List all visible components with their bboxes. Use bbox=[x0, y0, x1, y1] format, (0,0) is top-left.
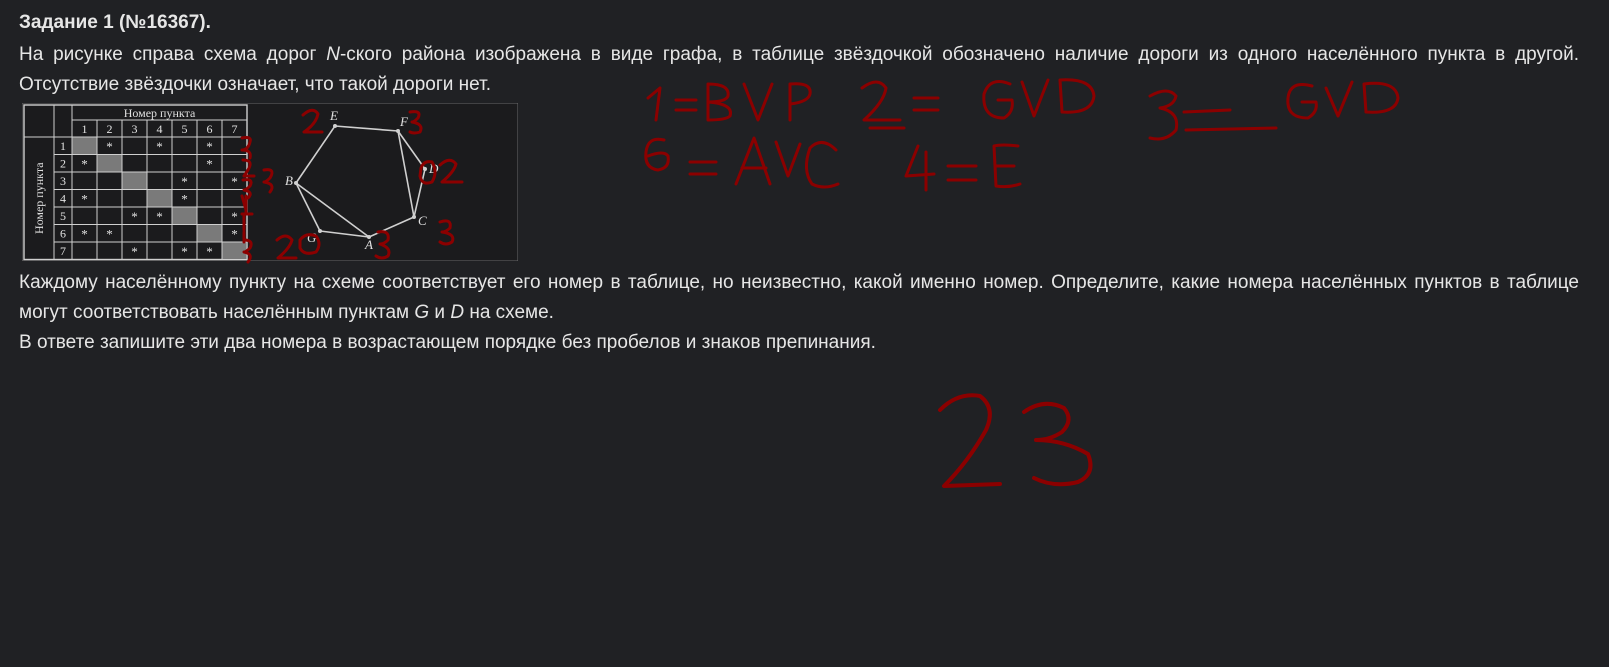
node-c-dot bbox=[412, 215, 416, 219]
diagonal-cell bbox=[172, 207, 197, 225]
figure-svg: Номер пункта Номер пункта 1 2 3 4 5 6 7 1 * * * 2 * * 3 *… bbox=[21, 102, 519, 262]
node-label-f: F bbox=[399, 114, 409, 129]
road-star: * bbox=[206, 139, 213, 154]
ink-answer-23 bbox=[938, 393, 1093, 488]
node-label-c: C bbox=[418, 213, 427, 228]
road-star: * bbox=[231, 227, 238, 242]
row-number: 2 bbox=[60, 157, 66, 171]
diagonal-cell bbox=[122, 172, 147, 190]
column-number: 3 bbox=[132, 122, 138, 136]
p2-variable-d: D bbox=[450, 302, 465, 323]
road-star: * bbox=[181, 174, 188, 189]
ink-mapping-4 bbox=[904, 143, 1022, 192]
table-header-side: Номер пункта bbox=[32, 162, 46, 234]
road-star: * bbox=[131, 209, 138, 224]
road-star: * bbox=[181, 244, 188, 259]
road-star: * bbox=[206, 244, 213, 259]
node-label-g: G bbox=[307, 230, 317, 245]
road-star: * bbox=[81, 227, 88, 242]
diagonal-cell bbox=[222, 242, 247, 260]
diagonal-cell bbox=[197, 224, 222, 242]
road-star: * bbox=[231, 174, 238, 189]
node-label-b: B bbox=[285, 173, 293, 188]
row-number: 1 bbox=[60, 139, 66, 153]
row-number: 7 bbox=[60, 244, 66, 258]
road-star: * bbox=[156, 139, 163, 154]
row-number: 5 bbox=[60, 209, 66, 223]
column-number: 2 bbox=[107, 122, 113, 136]
column-number: 1 bbox=[82, 122, 88, 136]
answer-instruction: В ответе запишите эти два номера в возра… bbox=[19, 332, 876, 353]
road-star: * bbox=[81, 157, 88, 172]
p2-part2: на схеме. bbox=[464, 302, 554, 323]
road-star: * bbox=[231, 209, 238, 224]
road-star: * bbox=[181, 192, 188, 207]
p1-part1: На рисунке справа схема дорог bbox=[19, 44, 327, 65]
task-title: Задание 1 (№16367). bbox=[19, 12, 211, 33]
node-f-dot bbox=[396, 129, 400, 133]
road-star: * bbox=[156, 209, 163, 224]
node-d-dot bbox=[423, 167, 427, 171]
road-star: * bbox=[206, 157, 213, 172]
node-label-d: D bbox=[428, 161, 439, 176]
road-star: * bbox=[131, 244, 138, 259]
p2-and: и bbox=[429, 302, 451, 323]
node-label-a: A bbox=[364, 237, 373, 252]
node-e-dot bbox=[333, 124, 337, 128]
column-number: 5 bbox=[182, 122, 188, 136]
road-star: * bbox=[106, 227, 113, 242]
problem-statement: На рисунке справа схема дорог N-ского ра… bbox=[19, 40, 1579, 100]
table-header-top: Номер пункта bbox=[124, 106, 196, 120]
row-number: 6 bbox=[60, 227, 66, 241]
column-number: 4 bbox=[157, 122, 163, 136]
node-b-dot bbox=[294, 181, 298, 185]
p2-variable-g: G bbox=[414, 302, 430, 323]
road-star: * bbox=[106, 139, 113, 154]
road-star: * bbox=[81, 192, 88, 207]
row-number: 4 bbox=[60, 192, 66, 206]
question-text: Каждому населённому пункту на схеме соот… bbox=[19, 268, 1579, 328]
p1-variable: N bbox=[326, 44, 340, 65]
diagonal-cell bbox=[72, 137, 97, 155]
column-number: 6 bbox=[207, 122, 213, 136]
node-label-e: E bbox=[329, 108, 338, 123]
node-g-dot bbox=[318, 229, 322, 233]
diagonal-cell bbox=[97, 154, 122, 172]
p2-part1: Каждому населённому пункту на схеме соот… bbox=[19, 272, 1579, 323]
ink-mapping-6 bbox=[644, 136, 840, 189]
row-number: 3 bbox=[60, 174, 66, 188]
column-number: 7 bbox=[232, 122, 238, 136]
diagonal-cell bbox=[147, 189, 172, 207]
problem-figure: Номер пункта Номер пункта 1 2 3 4 5 6 7 1 * * * 2 * * 3 *… bbox=[21, 102, 519, 262]
